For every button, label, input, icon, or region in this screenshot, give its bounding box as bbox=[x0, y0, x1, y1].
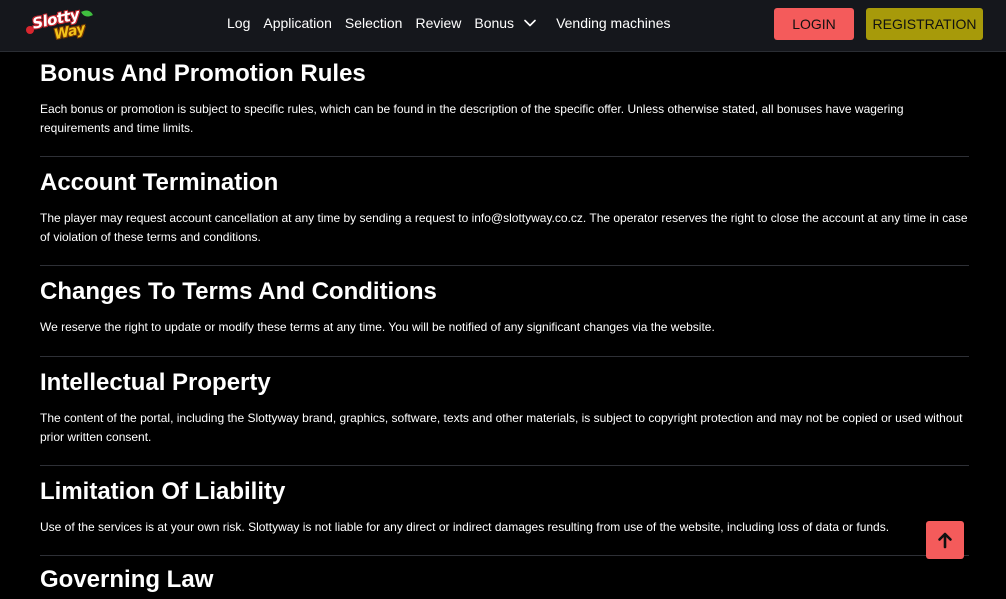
section-title: Account Termination bbox=[40, 169, 279, 196]
registration-button[interactable]: REGISTRATION bbox=[866, 8, 983, 40]
login-button[interactable]: LOGIN bbox=[774, 8, 854, 40]
leaf-icon bbox=[81, 8, 93, 19]
chevron-down-icon[interactable] bbox=[524, 19, 536, 27]
section-text: The player may request account cancellat… bbox=[40, 211, 968, 244]
nav-item-bonus[interactable]: Bonus bbox=[474, 15, 536, 31]
section-bonus-rules: Bonus And Promotion Rules Each bonus or … bbox=[40, 52, 969, 157]
section-intellectual-property: Intellectual Property The content of the… bbox=[40, 357, 969, 466]
nav-item-bonus-label: Bonus bbox=[474, 15, 515, 31]
nav-item-log[interactable]: Log bbox=[227, 15, 250, 31]
nav-item-selection[interactable]: Selection bbox=[345, 15, 403, 31]
scroll-to-top-button[interactable] bbox=[926, 521, 964, 559]
section-text: Use of the services is at your own risk.… bbox=[40, 520, 890, 534]
section-title: Changes To Terms And Conditions bbox=[40, 278, 437, 305]
main-nav: Log Application Selection Review Bonus V… bbox=[227, 0, 683, 46]
terms-content: Bonus And Promotion Rules Each bonus or … bbox=[40, 52, 969, 594]
site-logo[interactable]: Slotty Way bbox=[24, 5, 96, 46]
nav-item-vending-machines[interactable]: Vending machines bbox=[556, 15, 670, 31]
section-title: Limitation Of Liability bbox=[40, 478, 286, 505]
section-account-termination: Account Termination The player may reque… bbox=[40, 157, 969, 266]
section-changes-terms: Changes To Terms And Conditions We reser… bbox=[40, 266, 969, 357]
section-limitation-liability: Limitation Of Liability Use of the servi… bbox=[40, 466, 969, 556]
site-header: Slotty Way Log Application Selection Rev… bbox=[0, 0, 1006, 52]
section-text: We reserve the right to update or modify… bbox=[40, 320, 715, 334]
arrow-up-icon bbox=[938, 532, 952, 549]
section-text: Each bonus or promotion is subject to sp… bbox=[40, 102, 904, 135]
section-title: Bonus And Promotion Rules bbox=[40, 60, 366, 87]
section-title: Governing Law bbox=[40, 566, 214, 593]
section-governing-law: Governing Law bbox=[40, 556, 969, 594]
section-title: Intellectual Property bbox=[40, 369, 271, 396]
nav-item-review[interactable]: Review bbox=[415, 15, 461, 31]
nav-item-application[interactable]: Application bbox=[263, 15, 332, 31]
section-text: The content of the portal, including the… bbox=[40, 411, 963, 444]
